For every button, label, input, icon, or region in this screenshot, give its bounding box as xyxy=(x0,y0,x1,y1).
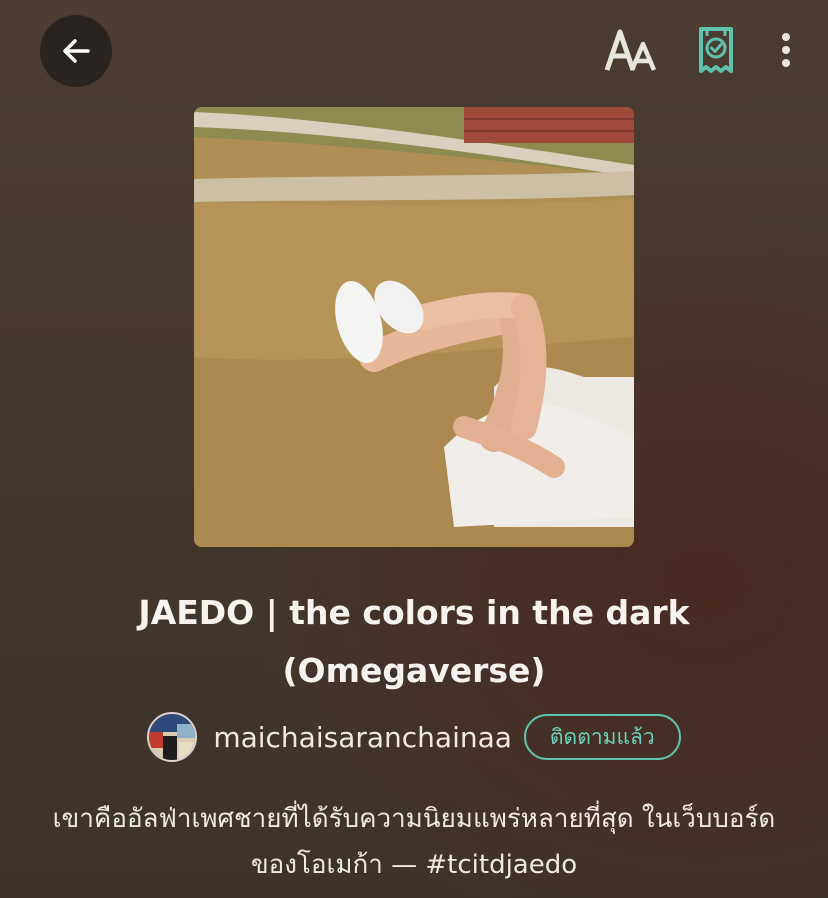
back-button[interactable] xyxy=(40,15,112,87)
font-size-button[interactable] xyxy=(604,24,658,76)
avatar-image xyxy=(149,714,196,760)
more-options-button[interactable] xyxy=(774,24,798,76)
story-cover-image xyxy=(194,107,634,547)
font-size-icon xyxy=(604,29,657,71)
header-actions xyxy=(604,24,798,76)
story-description: เขาคืออัลฟ่าเพศชายที่ได้รับความนิยมแพร่ห… xyxy=(52,804,776,880)
author-avatar[interactable] xyxy=(147,712,198,762)
author-row: maichaisaranchainaa ติดตามแล้ว xyxy=(0,712,828,762)
story-title: JAEDO | the colors in the dark (Omegaver… xyxy=(138,593,690,690)
purchased-badge-button[interactable] xyxy=(694,24,738,76)
verified-ticket-icon xyxy=(699,27,733,73)
more-vertical-icon xyxy=(782,33,790,67)
cover-photo xyxy=(194,107,634,547)
following-button[interactable]: ติดตามแล้ว xyxy=(523,714,681,760)
author-name[interactable]: maichaisaranchainaa xyxy=(213,721,512,754)
arrow-left-icon xyxy=(63,39,90,63)
